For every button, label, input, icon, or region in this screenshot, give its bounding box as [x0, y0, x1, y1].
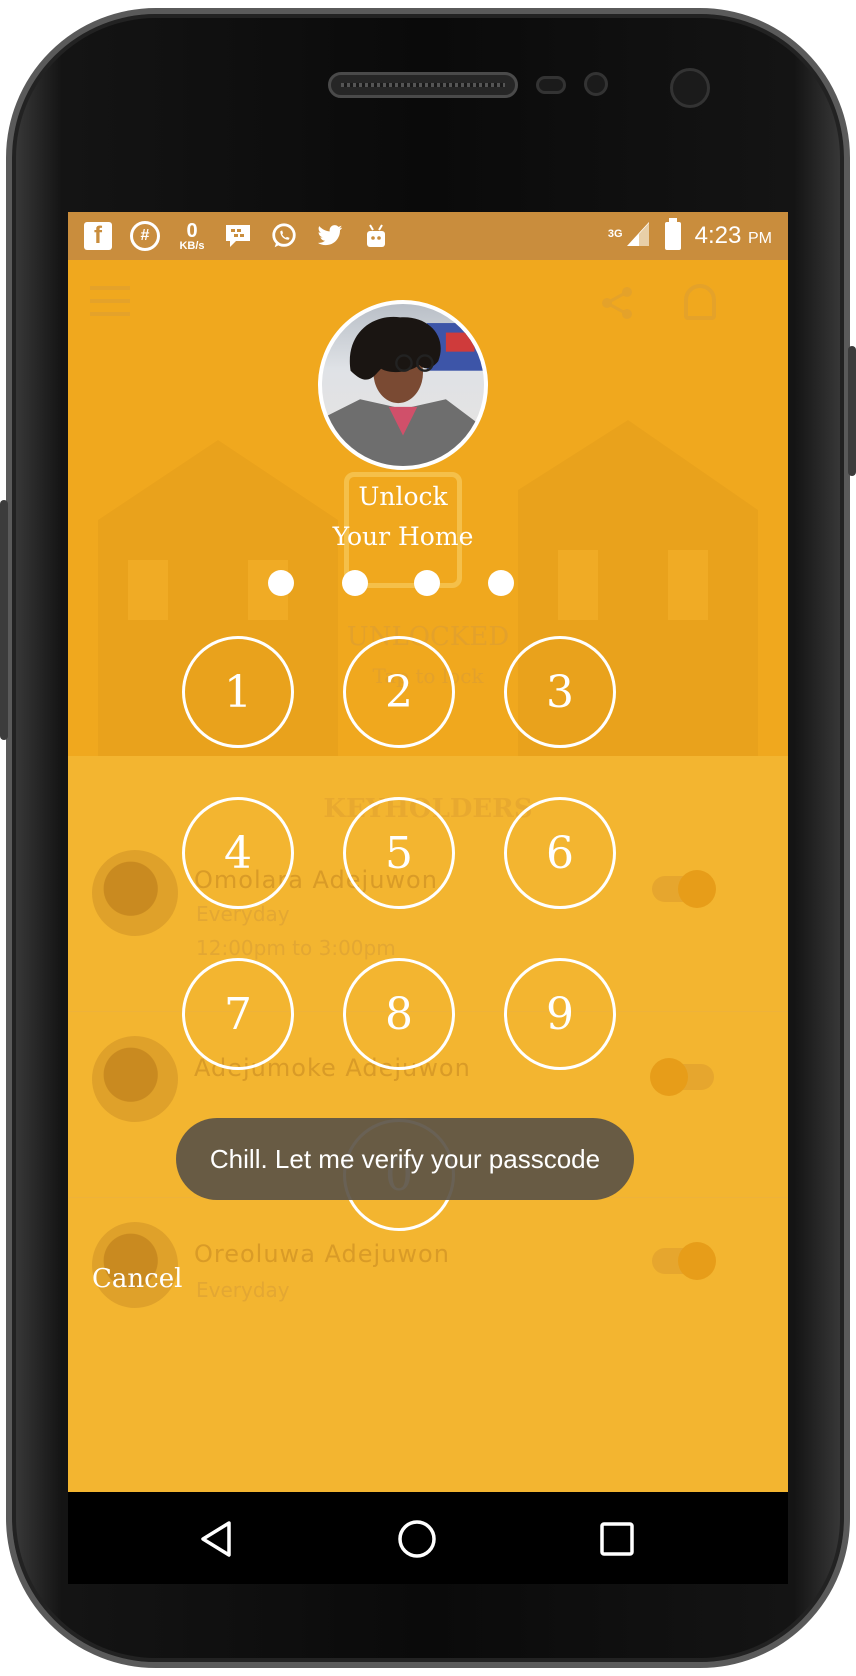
keypad-key-4[interactable]: 4 [182, 797, 294, 909]
signal-icon [625, 220, 651, 253]
keypad-key-7[interactable]: 7 [182, 958, 294, 1070]
status-bar: f # 0 KB/s 3G 4:23 PM [68, 212, 788, 260]
passcode-dots [268, 570, 558, 596]
navigation-bar [68, 1492, 788, 1584]
status-clock: 4:23 PM [695, 222, 772, 250]
power-button [848, 346, 856, 476]
toast-text: Chill. Let me verify your passcode [209, 1143, 601, 1174]
passcode-dot [488, 570, 514, 596]
light-sensor [584, 72, 608, 96]
keypad-key-6[interactable]: 6 [504, 797, 616, 909]
unlock-title-line1: Unlock [358, 482, 448, 511]
passcode-overlay: Unlock Your Home 1 2 3 4 5 6 7 8 9 0 Can… [68, 260, 788, 1492]
unlock-title-line2: Your Home [332, 522, 474, 551]
keypad-key-1[interactable]: 1 [182, 636, 294, 748]
profile-portrait [322, 316, 484, 466]
back-icon[interactable] [194, 1516, 240, 1562]
bbm-icon [224, 222, 252, 250]
keypad-key-2[interactable]: 2 [343, 636, 455, 748]
whatsapp-icon [270, 222, 298, 250]
twitter-icon [316, 222, 344, 250]
android-icon [362, 222, 390, 250]
network-type: 3G [607, 227, 623, 240]
clock-suffix: PM [748, 230, 772, 247]
screen: f # 0 KB/s 3G 4:23 PM UNLOCKED Tap to lo… [68, 212, 788, 1492]
passcode-dot [414, 570, 440, 596]
data-speed-value: 0 [186, 219, 198, 242]
facebook-icon: f [84, 222, 112, 250]
hashtag-icon: # [130, 221, 160, 251]
earpiece-speaker [328, 72, 518, 98]
keypad-key-3[interactable]: 3 [504, 636, 616, 748]
home-icon[interactable] [394, 1516, 440, 1562]
proximity-sensor [536, 76, 566, 94]
keypad-key-9[interactable]: 9 [504, 958, 616, 1070]
front-camera [670, 68, 710, 108]
toast-message: Chill. Let me verify your passcode [176, 1118, 634, 1200]
passcode-dot [268, 570, 294, 596]
recents-icon[interactable] [594, 1516, 640, 1562]
profile-photo [318, 300, 488, 470]
data-speed-unit: KB/s [179, 239, 205, 252]
clock-time: 4:23 [694, 222, 742, 249]
keypad-key-5[interactable]: 5 [343, 797, 455, 909]
passcode-dot [342, 570, 368, 596]
data-speed-indicator: 0 KB/s [178, 219, 206, 252]
battery-icon [664, 218, 681, 250]
cancel-button[interactable]: Cancel [92, 1264, 182, 1294]
volume-button [0, 500, 8, 740]
keypad-key-8[interactable]: 8 [343, 958, 455, 1070]
